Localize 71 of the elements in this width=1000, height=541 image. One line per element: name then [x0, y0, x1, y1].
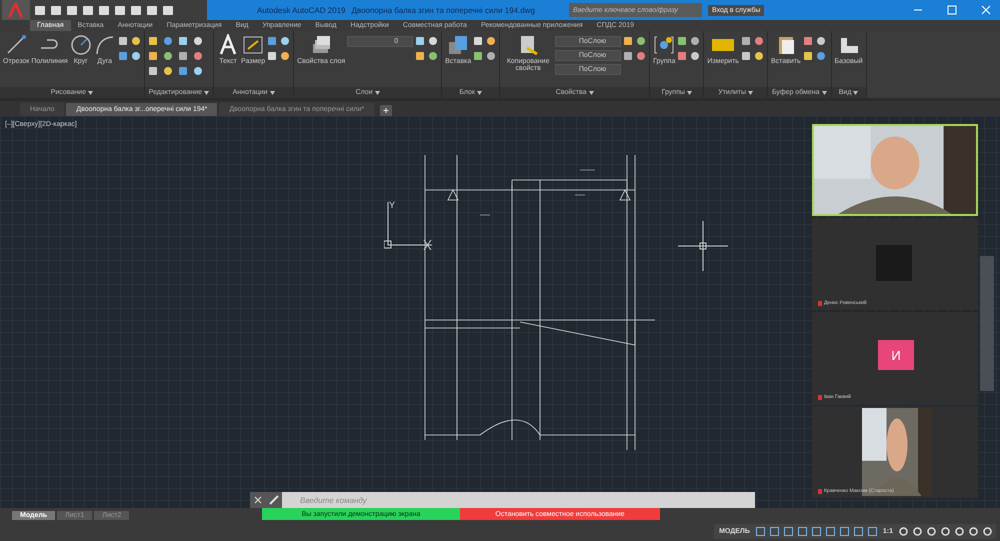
tool-icon[interactable]: [267, 36, 278, 46]
tool-icon[interactable]: [636, 36, 646, 46]
tool-icon[interactable]: [740, 51, 751, 61]
tool-icon[interactable]: [118, 51, 128, 61]
tool-icon[interactable]: [415, 36, 426, 46]
tool-icon[interactable]: [636, 51, 646, 61]
ucs-axis-icon: [384, 200, 432, 250]
tool-icon[interactable]: [473, 36, 484, 46]
caret-icon: [822, 90, 827, 94]
tool-icon[interactable]: [118, 36, 128, 46]
tool-icon[interactable]: [192, 36, 203, 46]
tool-icon[interactable]: [677, 36, 688, 46]
tool-icon[interactable]: [280, 36, 290, 46]
tool-icon[interactable]: [192, 51, 203, 61]
avatar: И: [878, 340, 914, 370]
tool-icon[interactable]: [816, 36, 826, 46]
caret-icon: [588, 90, 594, 94]
tool-icon[interactable]: [162, 51, 173, 61]
file-name: Двоопорна балка згин та поперечні сили 194.dwg: [352, 6, 535, 14]
caret-icon: [748, 90, 754, 94]
tool-icon[interactable]: [428, 36, 438, 46]
caret-icon: [686, 90, 692, 94]
block-insert-icon: [447, 34, 470, 56]
tool-icon[interactable]: [802, 51, 813, 61]
tool-icon[interactable]: [178, 51, 188, 61]
tool-icon[interactable]: [428, 51, 438, 61]
caret-icon: [204, 90, 210, 94]
caret-icon: [270, 90, 275, 94]
group-icon: [653, 34, 676, 56]
tool-icon[interactable]: [267, 51, 278, 61]
arc-icon: [94, 34, 116, 56]
tool-icon[interactable]: [486, 36, 496, 46]
tool-icon[interactable]: [162, 36, 173, 46]
dimension-icon: [242, 34, 264, 56]
caret-icon: [88, 90, 93, 94]
wrench-icon[interactable]: [266, 492, 282, 508]
tool-icon[interactable]: [473, 51, 484, 61]
tool-icon[interactable]: [754, 51, 764, 61]
tool-icon[interactable]: [130, 36, 141, 46]
command-line-field[interactable]: Введите команду: [282, 492, 755, 508]
tool-icon[interactable]: [415, 51, 426, 61]
circle-icon: [70, 34, 92, 56]
tool-icon[interactable]: [280, 51, 290, 61]
new-tab-icon[interactable]: [380, 105, 392, 116]
tool-icon[interactable]: [690, 51, 700, 61]
tool-icon[interactable]: [623, 51, 634, 61]
tool-icon[interactable]: [740, 36, 751, 46]
line-icon: [5, 34, 28, 56]
tool-icon[interactable]: [623, 36, 634, 46]
tool-icon[interactable]: [816, 51, 826, 61]
tool-icon[interactable]: [148, 36, 158, 46]
layer-stack-icon: [310, 34, 332, 56]
caret-icon: [853, 90, 858, 94]
caret-icon: [374, 90, 380, 94]
tool-icon[interactable]: [754, 36, 764, 46]
tool-icon[interactable]: [192, 66, 203, 76]
window-title: Autodesk AutoCAD 2019: [257, 6, 346, 14]
crosshair-cursor-icon: [678, 221, 728, 271]
tool-icon[interactable]: [690, 36, 700, 46]
tool-icon[interactable]: [677, 51, 688, 61]
close-icon[interactable]: [250, 492, 266, 508]
tool-icon[interactable]: [178, 36, 188, 46]
tool-icon[interactable]: [178, 66, 188, 76]
axis-label: Y: [389, 200, 396, 210]
caret-icon: [476, 90, 482, 94]
tool-icon[interactable]: [148, 66, 158, 76]
tool-icon[interactable]: [486, 51, 496, 61]
tool-icon[interactable]: [162, 66, 173, 76]
tool-icon[interactable]: [130, 51, 141, 61]
tool-icon[interactable]: [802, 36, 813, 46]
tool-icon[interactable]: [148, 51, 158, 61]
